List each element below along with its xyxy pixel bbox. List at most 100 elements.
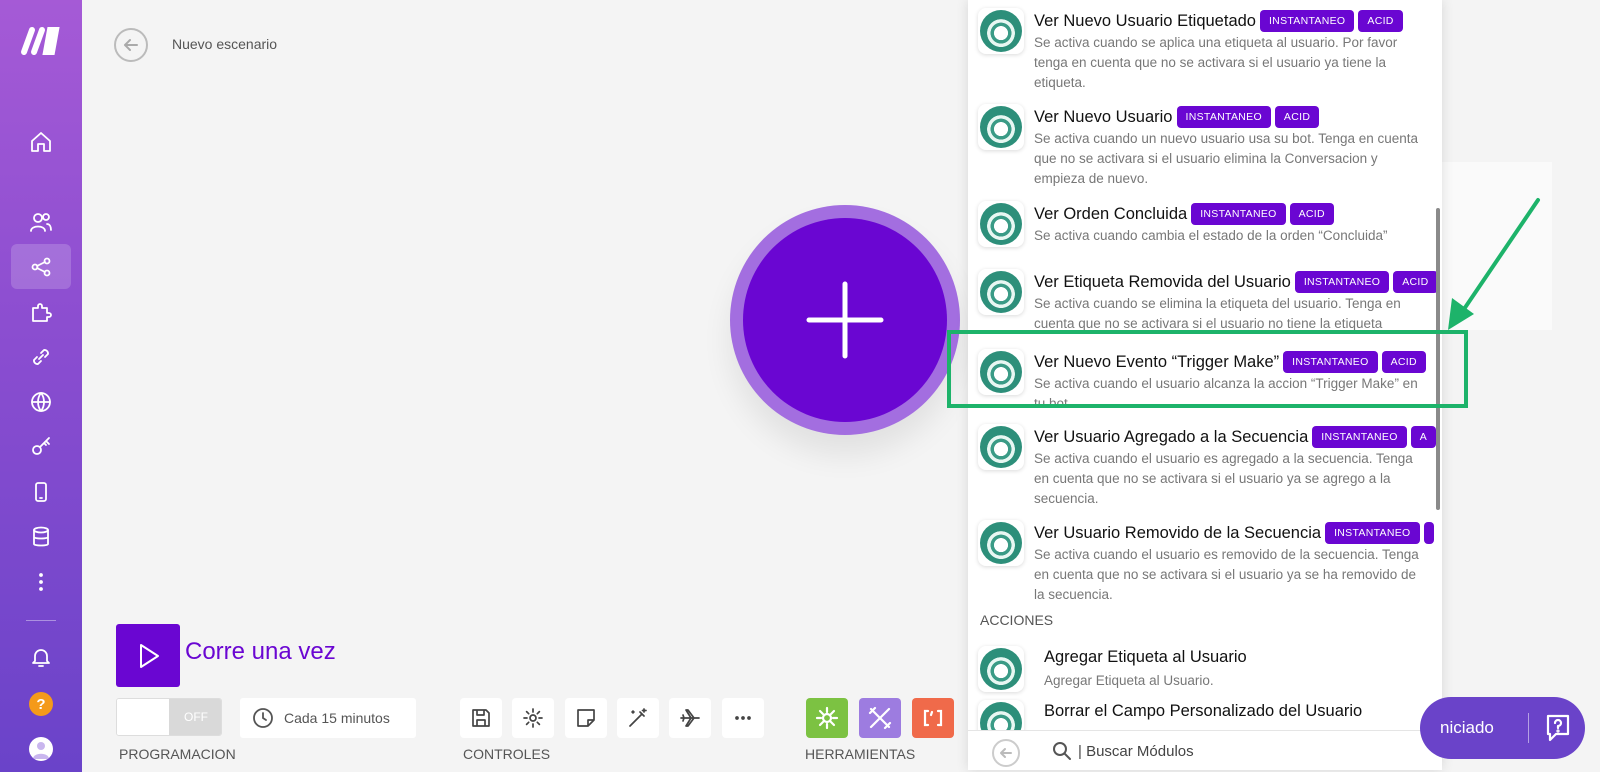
module-description: Se activa cuando se elimina la etiqueta …	[1034, 296, 1401, 331]
acid-badge: ACID	[1393, 271, 1438, 293]
instant-badge: INSTANTANEO	[1191, 203, 1286, 225]
search-icon	[1053, 742, 1071, 760]
module-title: Ver Usuario Agregado a la Secuencia	[1034, 427, 1309, 446]
tools-section-label: HERRAMIENTAS	[805, 746, 916, 762]
key-icon[interactable]	[21, 427, 61, 467]
schedule-interval-button[interactable]: Cada 15 minutos	[240, 698, 416, 738]
acid-badge: ACID	[1289, 203, 1334, 225]
module-description: Se activa cuando se aplica una etiqueta …	[1034, 35, 1398, 90]
gear-icon	[523, 708, 543, 728]
get-started-button[interactable]: niciado	[1420, 697, 1585, 759]
home-icon[interactable]	[21, 122, 61, 162]
module-title: Ver Usuario Removido de la Secuencia	[1034, 523, 1322, 542]
auto-align-button[interactable]	[617, 698, 659, 738]
acid-badge: ACID	[1274, 106, 1320, 128]
module-description: Se activa cuando cambia el estado de la …	[1034, 228, 1388, 243]
add-module-button[interactable]	[743, 218, 947, 422]
actions-section-label: ACCIONES	[980, 612, 1054, 628]
app-logo-icon	[978, 8, 1024, 54]
database-icon[interactable]	[21, 517, 61, 557]
avatar[interactable]	[29, 737, 53, 761]
bell-icon[interactable]	[21, 637, 61, 677]
module-title: Ver Etiqueta Removida del Usuario	[1034, 272, 1291, 291]
module-title: Ver Orden Concluida	[1034, 204, 1188, 223]
module-item[interactable]: Ver Usuario Agregado a la Secuencia INSTA…	[968, 418, 1442, 508]
gear-tool-icon	[815, 706, 839, 730]
module-item[interactable]: Ver Nuevo Usuario INSTANTANEO ACID Se acti…	[968, 98, 1442, 188]
more-horizontal-icon	[735, 716, 751, 720]
puzzle-icon[interactable]	[21, 292, 61, 332]
share-scenarios-icon[interactable]	[21, 247, 61, 287]
module-description: Se activa cuando el usuario es agregado …	[1034, 451, 1413, 506]
help-icon[interactable]: ?	[29, 692, 53, 716]
wrench-cross-icon	[868, 706, 892, 730]
schedule-interval-label: Cada 15 minutos	[284, 710, 390, 726]
team-icon[interactable]	[21, 202, 61, 242]
magic-wand-icon	[629, 708, 647, 727]
save-button[interactable]	[460, 698, 502, 738]
arrow-left-icon	[1000, 748, 1012, 758]
back-button[interactable]	[114, 28, 148, 62]
module-item[interactable]: Ver Nuevo Usuario Etiquetado INSTANTANEO A…	[968, 2, 1442, 92]
module-item[interactable]: Borrar el Campo Personalizado del Usuari…	[968, 694, 1442, 746]
flow-control-tool[interactable]	[806, 698, 848, 738]
play-icon	[140, 643, 159, 668]
search-input[interactable]: | Buscar Módulos	[1078, 743, 1194, 760]
controls-section-label: CONTROLES	[463, 746, 551, 762]
module-title: Borrar el Campo Personalizado del Usuari…	[1044, 702, 1363, 720]
scenario-title: Nuevo escenario	[172, 36, 278, 52]
acid-badge	[1423, 522, 1434, 544]
instant-badge: INSTANTANEO	[1294, 271, 1390, 293]
get-started-label: niciado	[1440, 718, 1494, 737]
module-item[interactable]: Agregar Etiqueta al Usuario Agregar Etiq…	[968, 640, 1442, 692]
module-item[interactable]: Ver Etiqueta Removida del Usuario INSTANT…	[968, 263, 1442, 333]
chat-help-icon	[1546, 714, 1570, 742]
module-description: Se activa cuando un nuevo usuario usa su…	[1034, 131, 1419, 186]
tools-tool[interactable]	[859, 698, 901, 738]
pill-divider	[1528, 713, 1529, 743]
module-description: Se activa cuando el usuario es removido …	[1034, 547, 1419, 602]
sidebar: ?	[0, 0, 82, 772]
module-title: Ver Nuevo Usuario Etiquetado	[1034, 11, 1256, 30]
explain-flow-button[interactable]	[669, 698, 711, 738]
brackets-icon	[923, 709, 943, 727]
app-logo-icon	[978, 646, 1024, 692]
make-logo[interactable]	[20, 24, 62, 56]
notes-button[interactable]	[565, 698, 607, 738]
acid-badge: A	[1410, 426, 1436, 448]
instant-badge: INSTANTANEO	[1176, 106, 1271, 128]
highlight-box	[947, 330, 1468, 408]
more-options-button[interactable]	[722, 698, 764, 738]
settings-button[interactable]	[512, 698, 554, 738]
module-item[interactable]: Ver Orden Concluida INSTANTANEO ACID Se ac…	[968, 195, 1442, 253]
instant-badge: INSTANTANEO	[1312, 426, 1407, 448]
annotation-arrow-icon	[1448, 198, 1540, 330]
scheduling-toggle[interactable]: OFF	[116, 698, 222, 736]
module-title: Ver Nuevo Usuario	[1034, 107, 1173, 126]
text-parser-tool[interactable]	[912, 698, 954, 738]
airplane-icon	[680, 709, 700, 727]
app-logo-icon	[978, 201, 1024, 247]
toggle-state-label: OFF	[169, 699, 221, 735]
sidebar-divider	[26, 620, 56, 621]
more-vertical-icon[interactable]	[21, 562, 61, 602]
module-search-bar: | Buscar Módulos	[968, 730, 1442, 770]
instant-badge: INSTANTANEO	[1325, 522, 1420, 544]
toggle-knob	[117, 699, 169, 735]
device-icon[interactable]	[21, 472, 61, 512]
programming-section-label: PROGRAMACION	[119, 746, 236, 762]
plus-icon	[806, 281, 884, 359]
clock-icon	[253, 708, 273, 728]
module-description: Agregar Etiqueta al Usuario.	[1044, 673, 1214, 688]
instant-badge: INSTANTANEO	[1259, 10, 1355, 32]
run-once-button[interactable]	[116, 624, 180, 687]
module-title: Agregar Etiqueta al Usuario	[1044, 648, 1247, 666]
globe-icon[interactable]	[21, 382, 61, 422]
run-once-label: Corre una vez	[185, 638, 336, 665]
app-logo-icon	[978, 424, 1024, 470]
save-icon	[472, 709, 490, 727]
app-logo-icon	[978, 104, 1024, 150]
link-icon[interactable]	[21, 337, 61, 377]
module-item[interactable]: Ver Usuario Removido de la Secuencia INST…	[968, 514, 1442, 604]
panel-back-button[interactable]	[992, 739, 1020, 767]
